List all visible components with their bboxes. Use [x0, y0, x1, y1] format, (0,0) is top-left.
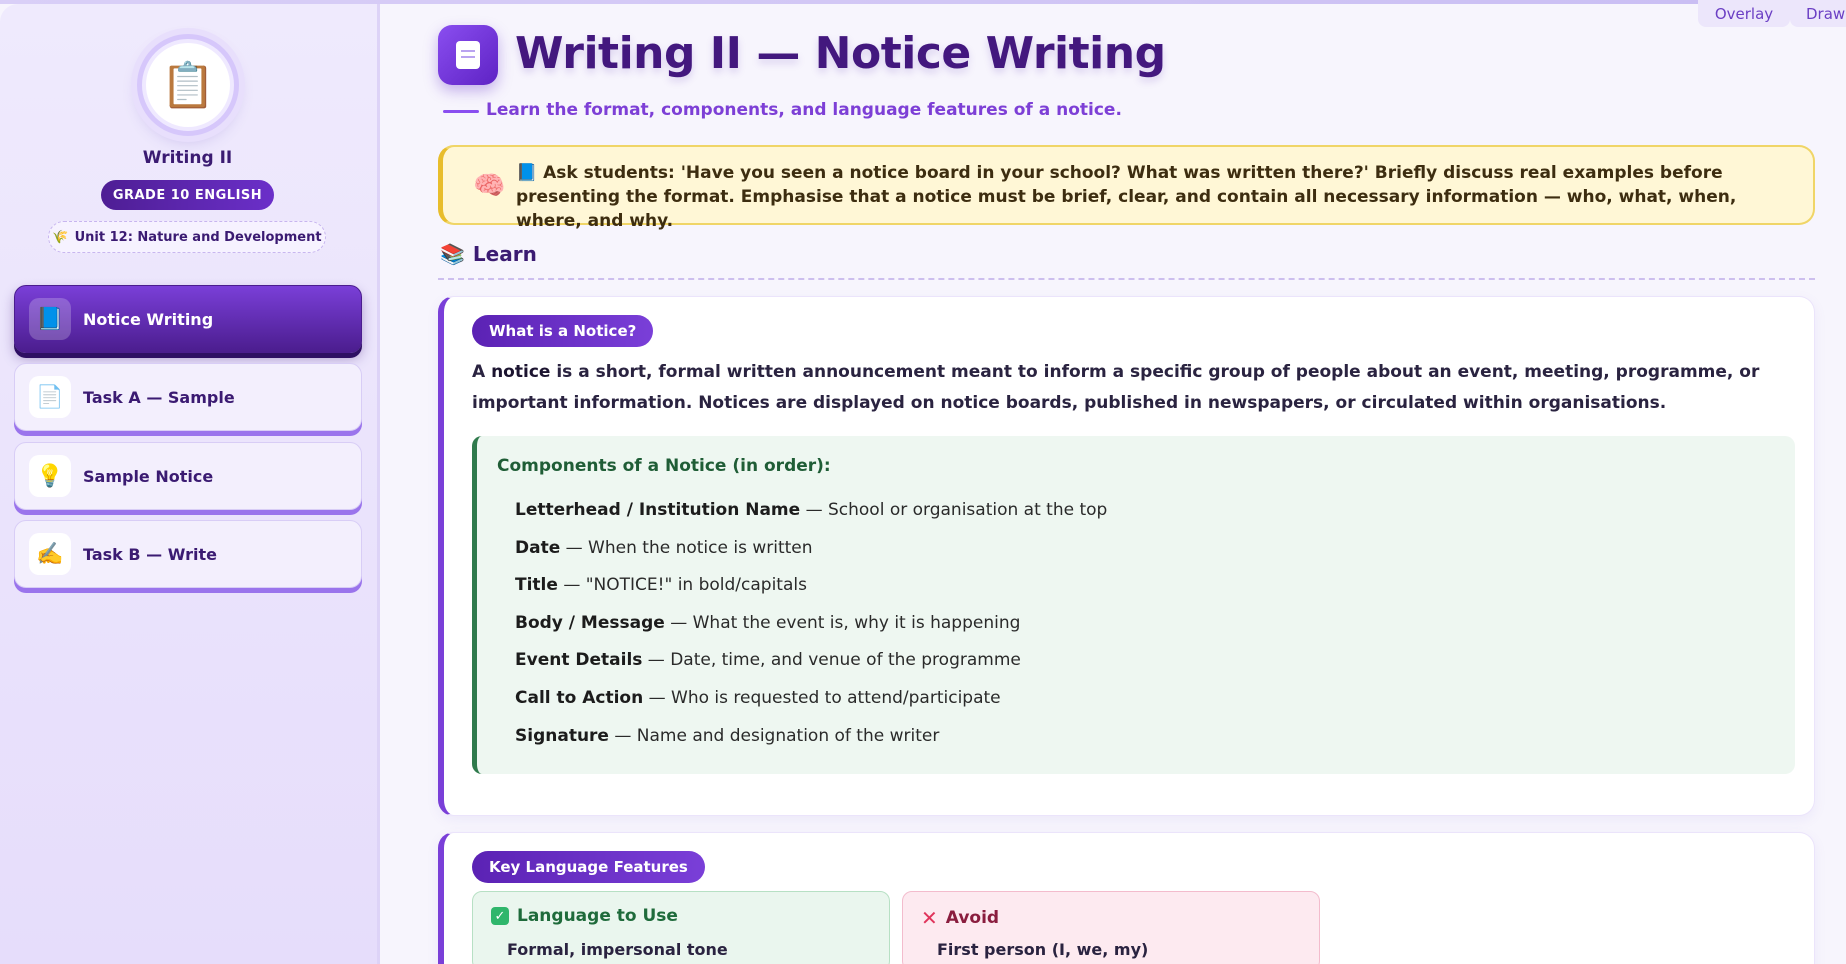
cross-icon: ✕ — [921, 906, 938, 930]
component-item: Body / Message — What the event is, why … — [515, 613, 1021, 633]
sidebar-item-label: Task A — Sample — [83, 387, 235, 407]
card-pill-what-is-notice: What is a Notice? — [472, 315, 654, 347]
page-title: Writing II — Notice Writing — [515, 28, 1166, 79]
component-item: Call to Action — Who is requested to att… — [515, 688, 1001, 708]
components-title: Components of a Notice (in order): — [497, 456, 831, 476]
component-item: Signature — Name and designation of the … — [515, 726, 940, 746]
unit-pill: 🌾 Unit 12: Nature and Development — [48, 221, 326, 253]
what-is-notice-card: What is a Notice? A notice is a short, f… — [438, 296, 1815, 816]
avoid-item: First person (I, we, my) — [937, 940, 1149, 959]
wheat-icon: 🌾 — [52, 229, 69, 245]
clipboard-icon: 📋 — [146, 43, 230, 127]
sidebar-item-label: Notice Writing — [83, 309, 214, 329]
section-divider — [438, 278, 1815, 280]
language-to-use-item: Formal, impersonal tone — [507, 940, 728, 959]
tip-body: Ask students: 'Have you seen a notice bo… — [516, 163, 1737, 231]
unit-label: Unit 12: Nature and Development — [74, 229, 322, 245]
sidebar-item-notice-writing[interactable]: 📘 Notice Writing — [14, 285, 362, 353]
tip-text: 📘 Ask students: 'Have you seen a notice … — [516, 161, 1806, 233]
component-item: Title — "NOTICE!" in bold/capitals — [515, 575, 807, 595]
overlay-button[interactable]: Overlay — [1698, 0, 1790, 27]
check-icon: ✓ — [491, 907, 509, 925]
writing-hand-icon: ✍️ — [29, 533, 71, 575]
avoid-box: ✕ Avoid First person (I, we, my) — [902, 891, 1320, 964]
sidebar-item-task-b[interactable]: ✍️ Task B — Write — [14, 520, 362, 588]
sidebar-item-task-a[interactable]: 📄 Task A — Sample — [14, 363, 362, 431]
component-item: Event Details — Date, time, and venue of… — [515, 650, 1021, 670]
sidebar: 📋 Writing II GRADE 10 ENGLISH 🌾 Unit 12:… — [0, 4, 380, 964]
section-title: Learn — [472, 242, 537, 266]
draw-button[interactable]: Draw — [1790, 0, 1846, 27]
brain-icon: 🧠 — [473, 171, 506, 201]
language-features-card: Key Language Features ✓ Language to Use … — [438, 832, 1815, 964]
lesson-avatar: 📋 — [137, 34, 239, 136]
avoid-heading: ✕ Avoid — [921, 906, 1000, 930]
card-pill-language-features: Key Language Features — [472, 851, 705, 883]
sidebar-item-label: Task B — Write — [83, 544, 217, 564]
sidebar-item-label: Sample Notice — [83, 466, 214, 486]
language-to-use-box: ✓ Language to Use Formal, impersonal ton… — [472, 891, 890, 964]
subtitle-accent — [443, 110, 479, 113]
book-icon: 📘 — [516, 163, 538, 183]
page-subtitle: Learn the format, components, and langua… — [486, 100, 1122, 120]
definition-paragraph: A notice is a short, formal written anno… — [472, 362, 1760, 413]
component-item: Date — When the notice is written — [515, 538, 813, 558]
section-heading: 📚 Learn — [440, 242, 537, 266]
books-icon: 📚 — [440, 242, 465, 266]
components-box: Components of a Notice (in order): Lette… — [472, 436, 1795, 774]
component-item: Letterhead / Institution Name — School o… — [515, 500, 1108, 520]
teacher-tip: 🧠 📘 Ask students: 'Have you seen a notic… — [438, 145, 1815, 231]
sidebar-title: Writing II — [142, 148, 233, 168]
notebook-icon — [438, 25, 498, 85]
grade-badge: GRADE 10 ENGLISH — [101, 180, 274, 210]
language-to-use-heading: ✓ Language to Use — [491, 906, 678, 926]
sidebar-item-sample-notice[interactable]: 💡 Sample Notice — [14, 442, 362, 510]
book-icon: 📘 — [29, 298, 71, 340]
lightbulb-icon: 💡 — [29, 455, 71, 497]
document-icon: 📄 — [29, 376, 71, 418]
